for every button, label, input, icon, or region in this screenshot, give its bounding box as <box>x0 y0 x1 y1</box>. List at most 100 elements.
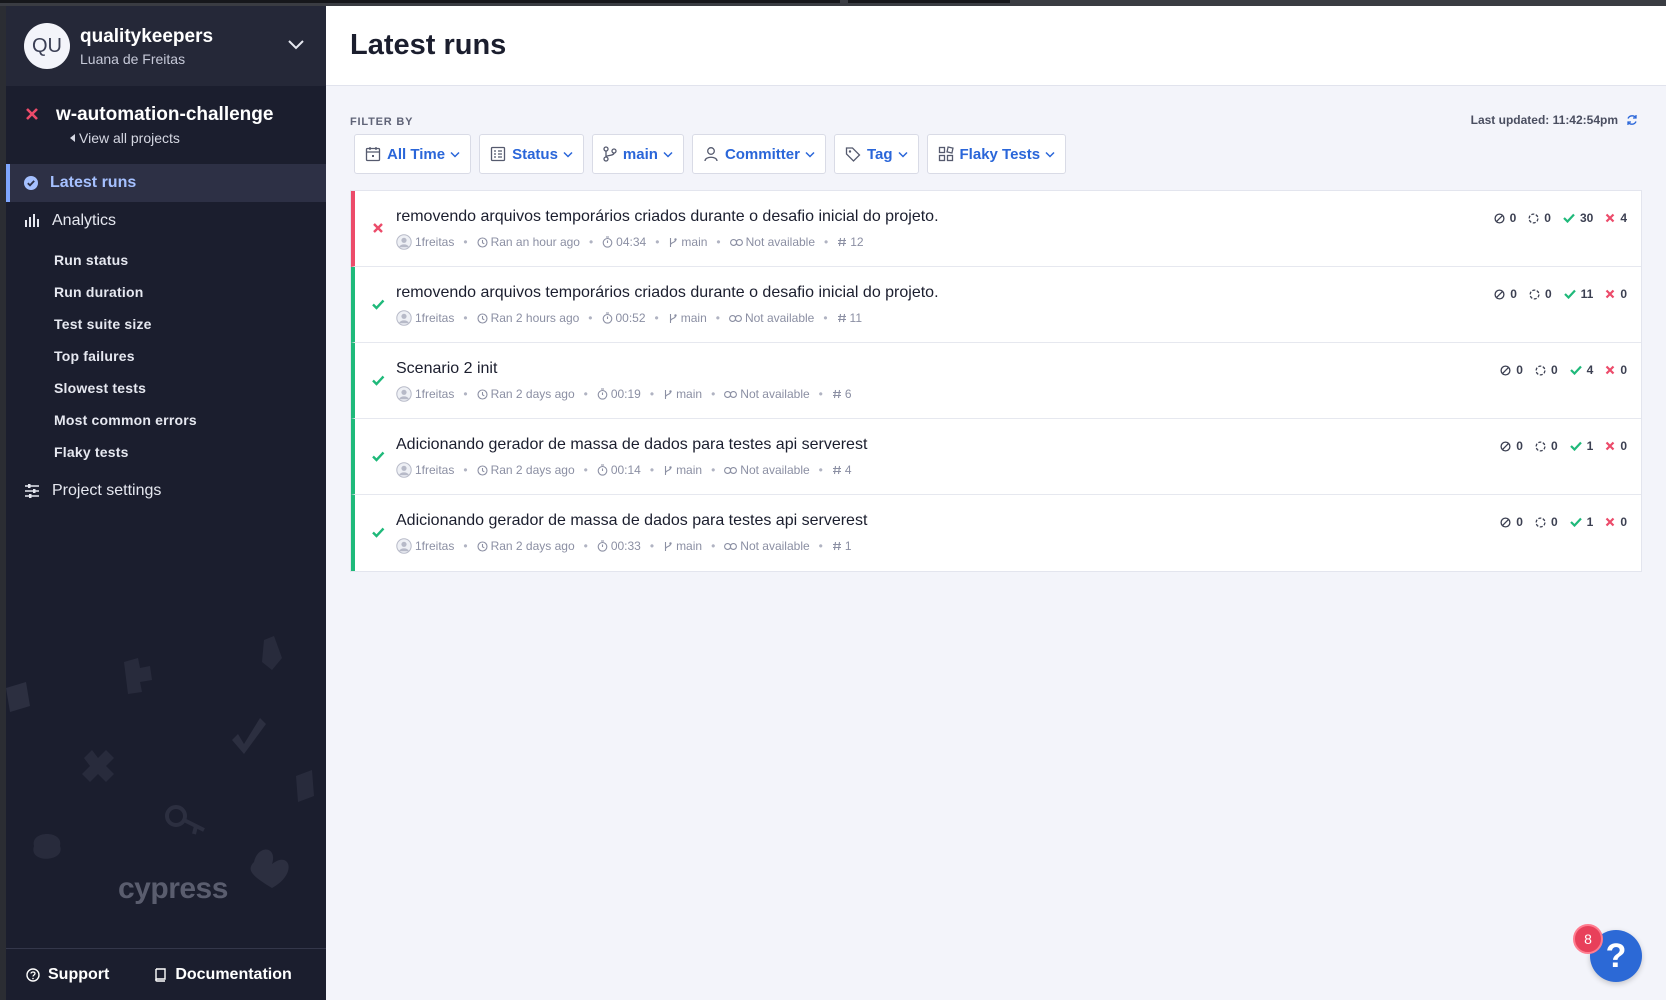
run-ci: Not available <box>724 463 810 477</box>
page-title: Latest runs <box>350 29 507 61</box>
flaky-grid-icon <box>938 146 954 162</box>
failed-count-value: 0 <box>1620 439 1627 453</box>
separator-dot: • <box>463 463 468 477</box>
link-icon <box>729 238 743 246</box>
nav-test-suite-size[interactable]: Test suite size <box>6 308 326 340</box>
run-author-label: 1freitas <box>415 311 455 325</box>
failed-count: 0 <box>1605 439 1627 453</box>
book-icon <box>155 967 167 982</box>
nav-project-settings[interactable]: Project settings <box>6 472 326 510</box>
pending-count: 0 <box>1535 363 1558 377</box>
run-author-label: 1freitas <box>415 463 455 477</box>
nav-run-duration[interactable]: Run duration <box>6 276 326 308</box>
filter-branch-button[interactable]: main <box>591 134 684 174</box>
run-author-label: 1freitas <box>415 539 455 553</box>
x-icon <box>1606 365 1615 375</box>
nav-most-common-errors[interactable]: Most common errors <box>6 404 326 436</box>
documentation-link[interactable]: Documentation <box>153 966 292 984</box>
check-icon <box>1563 213 1575 223</box>
run-passed-icon <box>371 525 385 539</box>
failed-count: 4 <box>1605 211 1627 225</box>
nav-flaky-tests[interactable]: Flaky tests <box>6 436 326 468</box>
status-list-icon <box>490 146 506 162</box>
run-time-label: Ran 2 hours ago <box>490 311 580 325</box>
nav-slowest-tests[interactable]: Slowest tests <box>6 372 326 404</box>
failed-x-icon <box>26 108 38 120</box>
run-ci-label: Not available <box>744 311 815 325</box>
nav-top-failures[interactable]: Top failures <box>6 340 326 372</box>
main-content: Latest runs FILTER BY Last updated: 11:4… <box>326 6 1666 1000</box>
chevron-down-icon <box>563 151 573 158</box>
run-number: 4 <box>832 463 852 477</box>
run-number: 12 <box>837 235 864 249</box>
bar-chart-icon <box>25 214 39 227</box>
stopwatch-icon <box>602 236 613 248</box>
run-commit-message: Adicionando gerador de massa de dados pa… <box>396 512 868 529</box>
run-duration: 00:52 <box>602 311 646 325</box>
run-row[interactable]: Adicionando gerador de massa de dados pa… <box>351 495 1641 571</box>
nav-analytics[interactable]: Analytics <box>6 202 326 240</box>
filter-tag-button[interactable]: Tag <box>833 134 919 174</box>
run-number-label: 4 <box>844 463 852 477</box>
org-name: qualitykeepers <box>80 25 214 47</box>
org-switcher[interactable]: QU qualitykeepers Luana de Freitas <box>6 6 326 86</box>
run-time: Ran 2 hours ago <box>477 311 580 325</box>
run-commit-message: removendo arquivos temporários criados d… <box>396 208 939 225</box>
run-test-counts: 0 0 1 0 <box>1488 439 1627 453</box>
run-number-label: 1 <box>844 539 852 553</box>
filter-flaky-button[interactable]: Flaky Tests <box>926 134 1067 174</box>
tab-strip-segment <box>848 0 1010 3</box>
separator-dot: • <box>588 311 593 325</box>
run-number: 6 <box>832 387 852 401</box>
separator-dot: • <box>649 387 655 401</box>
view-all-projects-link[interactable]: View all projects <box>70 130 308 146</box>
separator-dot: • <box>711 539 716 553</box>
nav-run-status[interactable]: Run status <box>6 244 326 276</box>
run-row[interactable]: Scenario 2 init 1freitas • Ran 2 days ag… <box>351 343 1641 419</box>
support-link[interactable]: Support <box>26 966 109 984</box>
run-duration: 00:33 <box>597 539 641 553</box>
failed-count: 0 <box>1605 515 1627 529</box>
run-passed-icon <box>371 297 385 311</box>
pending-count-value: 0 <box>1550 439 1558 453</box>
view-all-projects-label: View all projects <box>79 130 180 146</box>
run-branch-label: main <box>680 311 707 325</box>
user-icon <box>704 147 718 162</box>
filter-status-button[interactable]: Status <box>479 134 584 174</box>
skipped-icon <box>1500 516 1511 528</box>
separator-dot: • <box>716 235 721 249</box>
nav-latest-runs[interactable]: Latest runs <box>6 164 326 202</box>
chevron-down-icon[interactable] <box>286 34 306 54</box>
nav-latest-runs-label: Latest runs <box>50 174 137 191</box>
stopwatch-icon <box>597 388 608 400</box>
link-icon <box>724 466 738 474</box>
run-row[interactable]: removendo arquivos temporários criados d… <box>351 191 1641 267</box>
separator-dot: • <box>818 539 823 553</box>
run-row[interactable]: removendo arquivos temporários criados d… <box>351 267 1641 343</box>
filter-time-button[interactable]: All Time <box>354 134 472 174</box>
run-passed-icon <box>371 449 385 463</box>
check-circle-icon <box>24 176 38 190</box>
project-header: w-automation-challenge View all projects <box>6 86 326 154</box>
run-row[interactable]: Adicionando gerador de massa de dados pa… <box>351 419 1641 495</box>
pending-count-value: 0 <box>1544 287 1552 301</box>
skipped-count-value: 0 <box>1516 439 1523 453</box>
tag-icon <box>845 147 861 162</box>
question-circle-icon <box>26 967 40 982</box>
run-author-label: 1freitas <box>415 235 455 249</box>
run-time: Ran 2 days ago <box>477 387 575 401</box>
filter-committer-button[interactable]: Committer <box>691 134 826 174</box>
analytics-submenu: Run status Run duration Test suite size … <box>6 240 326 472</box>
run-time: Ran 2 days ago <box>477 463 575 477</box>
refresh-icon[interactable] <box>1626 114 1638 126</box>
skipped-count: 0 <box>1500 363 1523 377</box>
run-author-label: 1freitas <box>415 387 455 401</box>
filter-time-label: All Time <box>387 145 446 163</box>
separator-dot: • <box>824 235 829 249</box>
run-time-label: Ran an hour ago <box>490 235 580 249</box>
hash-icon <box>838 237 847 247</box>
passed-count-value: 11 <box>1580 287 1594 301</box>
tab-strip-segment <box>0 0 840 3</box>
run-ci-label: Not available <box>745 235 815 249</box>
caret-left-icon <box>70 134 75 142</box>
